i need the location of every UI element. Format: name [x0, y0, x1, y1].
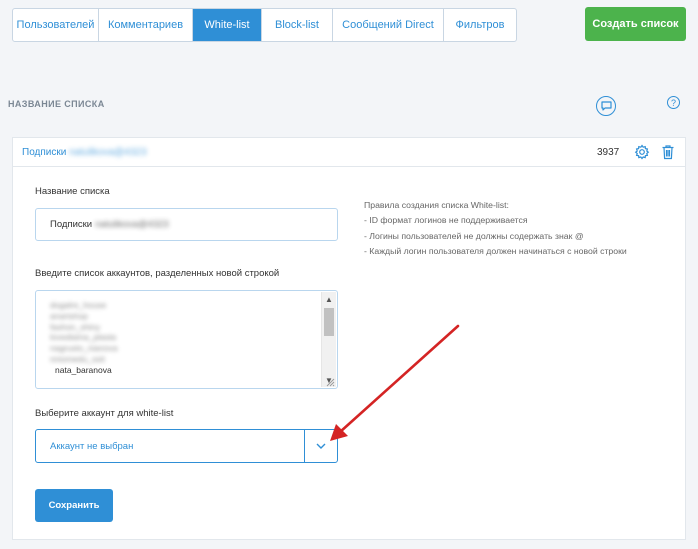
rule-item: - ID формат логинов не поддерживается	[364, 215, 528, 226]
accounts-textarea[interactable]: dogalre_house anartshop fashon_shiny lov…	[35, 290, 338, 389]
account-count: 3937	[597, 147, 620, 158]
list-header: Подписки natulikova@4323 3937	[13, 138, 685, 167]
tab-white-list[interactable]: White-list	[193, 9, 262, 41]
scroll-up-arrow-icon[interactable]: ▲	[322, 292, 336, 306]
accounts-label: Введите список аккаунтов, разделенных но…	[35, 268, 280, 279]
list-name[interactable]: Подписки natulikova@4323	[22, 147, 147, 158]
chat-icon[interactable]	[596, 96, 616, 116]
list-panel: Подписки natulikova@4323 3937 Название с…	[12, 137, 686, 540]
account-line: lovediama_plasta	[50, 332, 117, 343]
list-name-label: Название списка	[35, 186, 110, 197]
rule-item: - Логины пользователей не должны содержа…	[364, 230, 584, 241]
list-name-input[interactable]: Подписки natulikova@4323	[35, 208, 338, 241]
resize-grip-icon[interactable]	[325, 377, 335, 387]
rule-item: - Каждый логин пользователя должен начин…	[364, 245, 627, 256]
help-icon[interactable]: ?	[667, 96, 680, 109]
create-list-button[interactable]: Создать список	[585, 7, 686, 41]
tab-block-list[interactable]: Block-list	[262, 9, 333, 41]
rules-title: Правила создания списка White-list:	[364, 200, 509, 210]
tab-comments[interactable]: Комментариев	[99, 9, 193, 41]
list-name-input-blurred: natulikova@4323	[95, 219, 169, 230]
chevron-down-icon	[316, 443, 326, 449]
list-name-input-prefix: Подписки	[50, 219, 93, 230]
trash-icon[interactable]	[661, 144, 675, 160]
list-name-blurred: natulikova@4323	[69, 147, 147, 158]
scroll-thumb[interactable]	[324, 308, 334, 336]
textarea-scrollbar[interactable]: ▲ ▼	[321, 292, 336, 387]
list-name-prefix: Подписки	[22, 147, 67, 158]
account-select[interactable]: Аккаунт не выбран	[35, 429, 338, 463]
account-select-label: Выберите аккаунт для white-list	[35, 408, 174, 419]
account-line: nata_baranova	[55, 364, 112, 375]
tab-direct-messages[interactable]: Сообщений Direct	[333, 9, 444, 41]
account-select-toggle[interactable]	[304, 430, 337, 462]
tab-bar: Пользователей Комментариев White-list Bl…	[12, 8, 517, 42]
account-line: nniomedu_ssit	[50, 353, 105, 364]
section-title: НАЗВАНИЕ СПИСКА	[8, 99, 105, 109]
account-line: dogalre_house	[50, 300, 107, 310]
accounts-lines: dogalre_house anartshop fashon_shiny lov…	[50, 300, 118, 376]
account-select-value[interactable]: Аккаунт не выбран	[36, 430, 304, 462]
tab-filters[interactable]: Фильтров	[444, 9, 516, 41]
tab-users[interactable]: Пользователей	[13, 9, 99, 41]
account-line: fashon_shiny	[50, 321, 101, 332]
account-line: nagrusto_nianova	[50, 343, 118, 354]
rules-block: Правила создания списка White-list: - ID…	[364, 198, 627, 259]
gear-icon[interactable]	[634, 144, 650, 160]
save-button[interactable]: Сохранить	[35, 489, 113, 522]
account-line: anartshop	[50, 310, 88, 321]
